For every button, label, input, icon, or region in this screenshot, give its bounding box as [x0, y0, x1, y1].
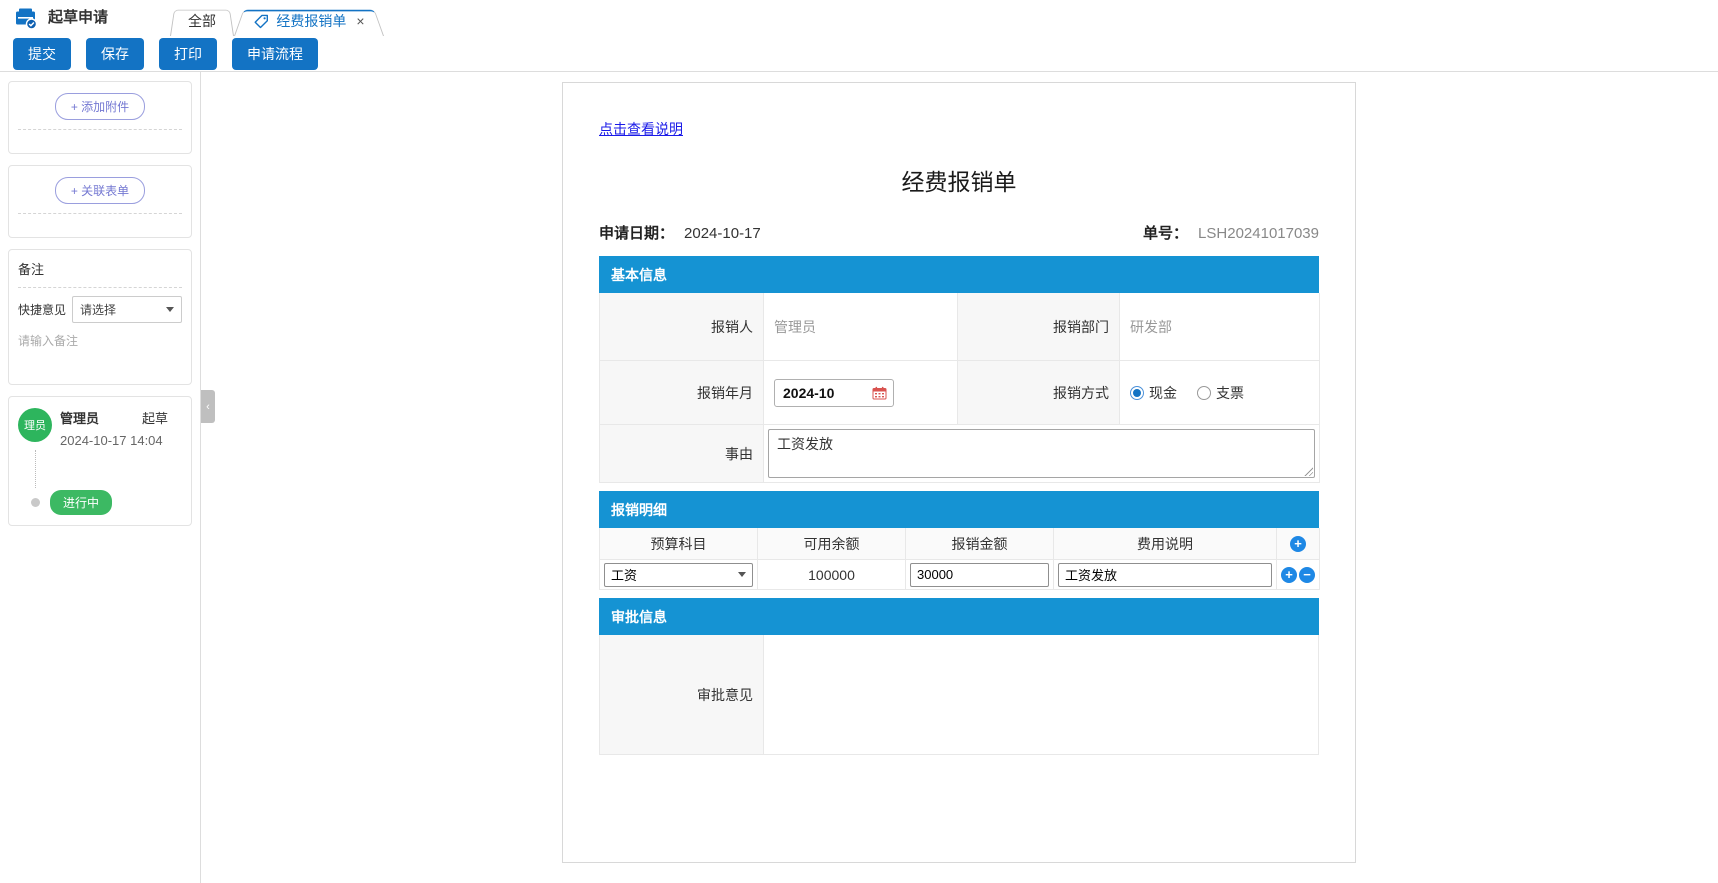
add-row-icon[interactable]: + — [1281, 567, 1297, 583]
department-label: 报销部门 — [958, 293, 1120, 361]
amount-input[interactable]: 30000 — [910, 563, 1049, 587]
budget-subject-select[interactable]: 工资 — [604, 563, 753, 587]
tab-all[interactable]: 全部 — [170, 6, 234, 36]
chevron-down-icon — [166, 307, 174, 312]
approval-table: 审批意见 — [599, 635, 1319, 755]
calendar-icon[interactable] — [872, 386, 887, 400]
apply-date-label: 申请日期： — [599, 222, 674, 243]
flow-connector-line — [35, 450, 182, 488]
doc-no-value: LSH20241017039 — [1198, 225, 1319, 242]
page-title: 起草申请 — [48, 6, 108, 31]
save-button[interactable]: 保存 — [86, 38, 144, 70]
avatar: 理员 — [18, 408, 52, 442]
reimburser-value: 管理员 — [764, 293, 958, 361]
basic-info-table: 报销人 管理员 报销部门 研发部 报销年月 2024-10 — [599, 293, 1319, 483]
reason-label: 事由 — [600, 425, 764, 483]
tab-expense-form[interactable]: 经费报销单 × — [234, 6, 384, 36]
expense-note-input[interactable]: 工资发放 — [1058, 563, 1272, 587]
close-icon[interactable]: × — [356, 14, 364, 28]
reason-textarea[interactable]: 工资发放 — [768, 429, 1315, 478]
apply-date-value: 2024-10-17 — [684, 225, 761, 242]
method-label: 报销方式 — [958, 361, 1120, 425]
month-date-input[interactable]: 2024-10 — [774, 379, 894, 407]
section-detail: 报销明细 — [599, 491, 1319, 528]
app-brand: 起草申请 — [0, 0, 122, 36]
department-value: 研发部 — [1120, 293, 1320, 361]
remark-title: 备注 — [18, 259, 182, 278]
radio-unselected-icon — [1197, 386, 1211, 400]
section-approval: 审批信息 — [599, 598, 1319, 635]
detail-table: 预算科目 可用余额 报销金额 费用说明 + 工资 100000 30000 — [599, 528, 1319, 590]
remove-row-icon[interactable]: − — [1299, 567, 1315, 583]
month-label: 报销年月 — [600, 361, 764, 425]
apply-flow-button[interactable]: 申请流程 — [232, 38, 318, 70]
remark-input[interactable]: 请输入备注 — [18, 332, 182, 349]
related-form-card: + 关联表单 — [8, 165, 192, 238]
tab-bar: 全部 经费报销单 × — [170, 0, 384, 36]
col-available-balance: 可用余额 — [758, 528, 906, 560]
flow-status-card: 理员 管理员 起草 2024-10-17 14:04 进行中 — [8, 396, 192, 526]
tag-icon — [253, 13, 270, 30]
radio-cash[interactable]: 现金 — [1130, 383, 1177, 403]
section-basic-info: 基本信息 — [599, 256, 1319, 293]
flow-node-dot — [31, 498, 40, 507]
add-row-icon[interactable]: + — [1290, 536, 1306, 552]
top-bar: 起草申请 全部 经费报销单 × — [0, 0, 1718, 36]
approval-opinion-value — [764, 635, 1319, 755]
view-instructions-link[interactable]: 点击查看说明 — [599, 119, 683, 139]
toolbar: 提交 保存 打印 申请流程 — [0, 36, 1718, 72]
doc-no-label: 单号： — [1143, 222, 1188, 243]
remark-card: 备注 快捷意见 请选择 请输入备注 — [8, 249, 192, 385]
sidebar-collapse-handle[interactable]: ‹ — [201, 390, 215, 423]
print-button[interactable]: 打印 — [159, 38, 217, 70]
radio-cheque[interactable]: 支票 — [1197, 383, 1244, 403]
plus-icon: + — [71, 184, 78, 198]
divider — [18, 287, 182, 288]
content-area: + 添加附件 + 关联表单 备注 快捷意见 请选择 请输入备注 — [0, 72, 1718, 883]
expense-form-panel: 点击查看说明 经费报销单 申请日期： 2024-10-17 单号： LSH202… — [562, 82, 1356, 863]
main-area: 点击查看说明 经费报销单 申请日期： 2024-10-17 单号： LSH202… — [201, 72, 1718, 883]
link-form-button[interactable]: + 关联表单 — [55, 177, 145, 204]
available-balance-value: 100000 — [758, 560, 906, 590]
form-title: 经费报销单 — [599, 163, 1319, 197]
col-expense-note: 费用说明 — [1054, 528, 1277, 560]
status-badge: 进行中 — [50, 490, 112, 515]
flow-user-name: 管理员 — [60, 408, 99, 427]
reimburser-label: 报销人 — [600, 293, 764, 361]
table-row: 工资 — [600, 560, 758, 590]
quick-opinion-label: 快捷意见 — [18, 301, 66, 318]
radio-selected-icon — [1130, 386, 1144, 400]
submit-button[interactable]: 提交 — [13, 38, 71, 70]
flow-action-label: 起草 — [142, 408, 168, 427]
attachment-card: + 添加附件 — [8, 81, 192, 154]
chevron-down-icon — [738, 572, 746, 577]
quick-opinion-select[interactable]: 请选择 — [72, 296, 182, 323]
approval-opinion-label: 审批意见 — [600, 635, 764, 755]
plus-icon: + — [71, 100, 78, 114]
add-attachment-button[interactable]: + 添加附件 — [55, 93, 145, 120]
flow-timestamp: 2024-10-17 14:04 — [60, 433, 182, 448]
draft-form-icon — [14, 7, 38, 30]
col-budget-subject: 预算科目 — [600, 528, 758, 560]
sidebar: + 添加附件 + 关联表单 备注 快捷意见 请选择 请输入备注 — [0, 72, 201, 883]
col-amount: 报销金额 — [906, 528, 1054, 560]
